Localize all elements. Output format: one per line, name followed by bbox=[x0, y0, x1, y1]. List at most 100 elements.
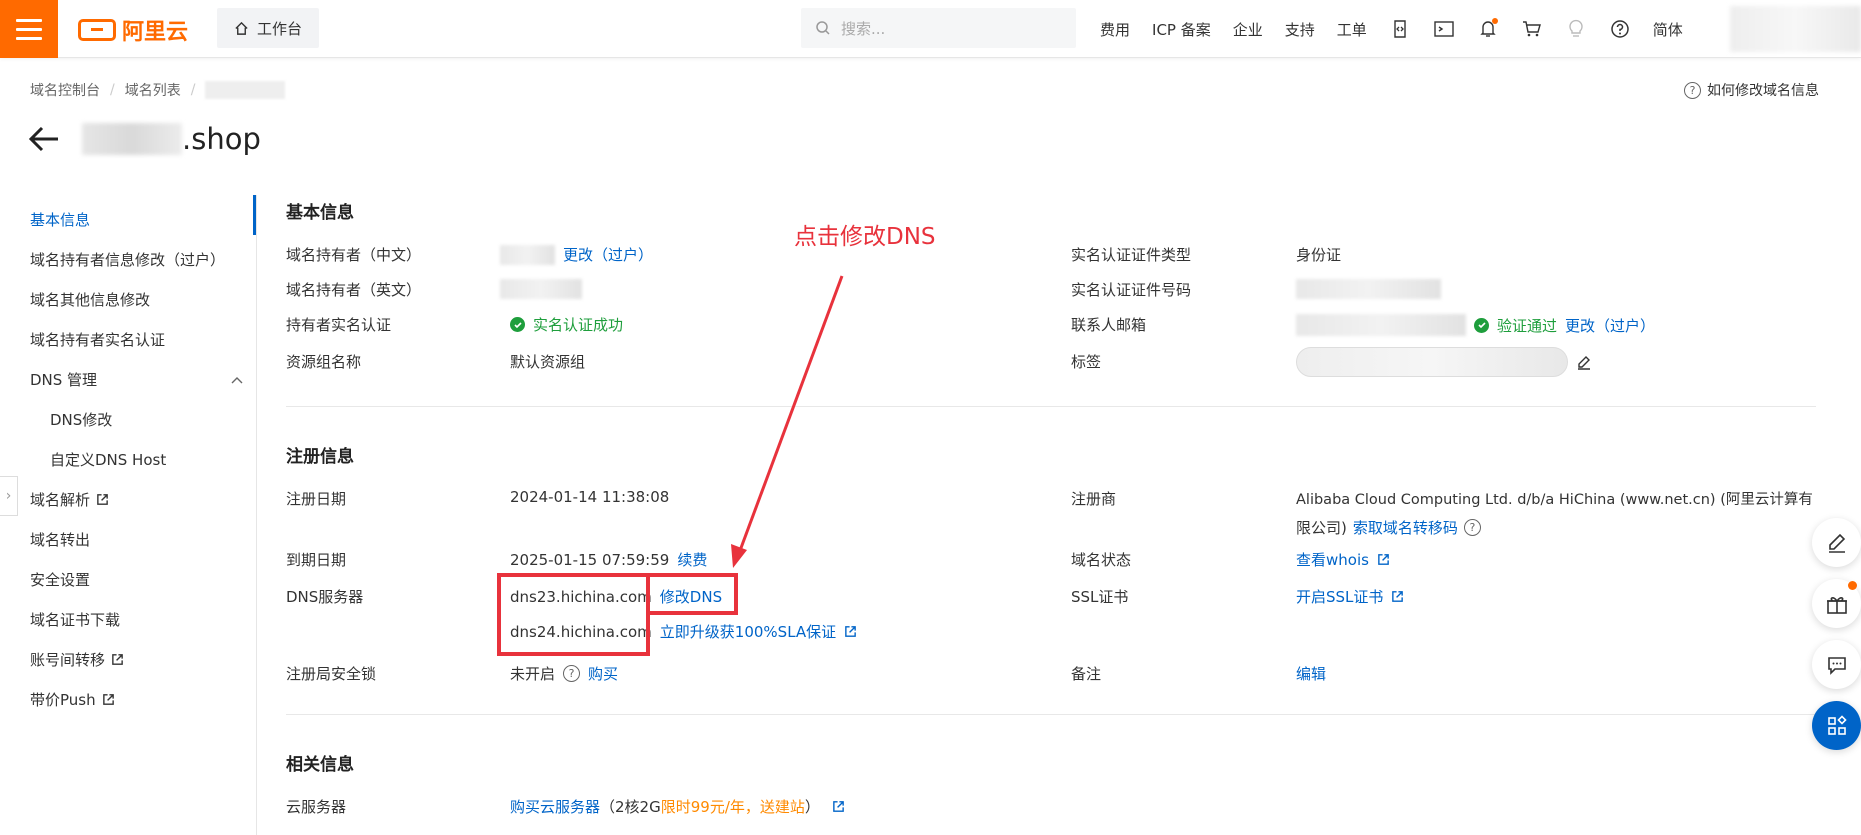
sidebar-item-label: 域名证书下载 bbox=[30, 611, 121, 629]
nav-enterprise[interactable]: 企业 bbox=[1233, 19, 1263, 40]
help-link[interactable]: ? 如何修改域名信息 bbox=[1684, 80, 1819, 100]
buy-lock-link[interactable]: 购买 bbox=[588, 663, 618, 684]
realname-status: 实名认证成功 bbox=[533, 316, 624, 334]
sidebar-item-label: DNS 管理 bbox=[30, 371, 98, 389]
server-spec-suffix: ） bbox=[804, 798, 820, 816]
back-arrow-icon[interactable] bbox=[28, 125, 60, 153]
dns-servers-highlight bbox=[497, 573, 650, 656]
whois-link[interactable]: 查看whois bbox=[1296, 549, 1369, 570]
reg-date-value: 2024-01-14 11:38:08 bbox=[510, 488, 670, 506]
feedback-button[interactable] bbox=[1812, 518, 1861, 567]
account-avatar[interactable] bbox=[1730, 6, 1861, 52]
owner-cn-redacted bbox=[500, 244, 555, 265]
workbench-button[interactable]: 工作台 bbox=[217, 8, 319, 48]
apps-button[interactable] bbox=[1812, 701, 1861, 750]
modify-dns-highlight bbox=[646, 573, 738, 615]
owner-cn-label: 域名持有者（中文） bbox=[286, 246, 422, 264]
chat-button[interactable] bbox=[1812, 640, 1861, 689]
gift-badge bbox=[1848, 581, 1857, 590]
notification-dot bbox=[1491, 18, 1498, 24]
sidebar-collapse-button[interactable]: › bbox=[0, 476, 18, 516]
transfer-code-link[interactable]: 索取域名转移码 bbox=[1353, 517, 1458, 538]
upgrade-sla-link[interactable]: 立即升级获100%SLA保证 bbox=[660, 621, 836, 642]
gift-button[interactable] bbox=[1812, 579, 1861, 628]
sidebar-item-basic-info[interactable]: 基本信息 bbox=[30, 209, 90, 230]
section-divider bbox=[286, 714, 1816, 715]
chevron-up-icon bbox=[231, 376, 243, 383]
check-circle-icon bbox=[510, 317, 525, 332]
breadcrumb-domain-list[interactable]: 域名列表 bbox=[125, 80, 181, 100]
edit-pencil-icon[interactable] bbox=[1576, 354, 1592, 370]
annotation-text: 点击修改DNS bbox=[794, 224, 936, 250]
sidebar-item-owner-change[interactable]: 域名持有者信息修改（过户） bbox=[30, 249, 225, 270]
exp-date-value: 2025-01-15 07:59:59 续费 bbox=[510, 549, 707, 570]
language-switch[interactable]: 简体 bbox=[1653, 19, 1683, 40]
annotation-arrow bbox=[731, 275, 844, 568]
active-indicator bbox=[253, 195, 256, 235]
reg-date-label: 注册日期 bbox=[286, 490, 347, 508]
renew-link[interactable]: 续费 bbox=[677, 549, 707, 570]
realname-value: 实名认证成功 bbox=[510, 314, 623, 335]
sidebar-item-security[interactable]: 安全设置 bbox=[30, 569, 90, 590]
domain-status-label: 域名状态 bbox=[1071, 551, 1132, 569]
sidebar-item-dns-modify[interactable]: DNS修改 bbox=[50, 409, 112, 430]
tag-value bbox=[1296, 347, 1592, 377]
domain-status-value: 查看whois bbox=[1296, 549, 1390, 570]
bell-icon[interactable] bbox=[1477, 18, 1499, 40]
email-redacted bbox=[1296, 314, 1466, 336]
aliyun-logo[interactable]: 阿里云 bbox=[78, 14, 188, 46]
sidebar-item-realname[interactable]: 域名持有者实名认证 bbox=[30, 329, 165, 350]
exp-date-label: 到期日期 bbox=[286, 551, 347, 569]
sidebar-item-dns-resolve[interactable]: 域名解析 bbox=[30, 489, 109, 510]
code-icon[interactable] bbox=[1389, 18, 1411, 40]
sidebar-item-price-push[interactable]: 带价Push bbox=[30, 689, 115, 710]
nav-fees[interactable]: 费用 bbox=[1100, 19, 1130, 40]
terminal-icon[interactable] bbox=[1433, 18, 1455, 40]
brand-name: 阿里云 bbox=[122, 20, 189, 45]
search-input[interactable]: 搜索... bbox=[801, 8, 1076, 48]
cert-type-value: 身份证 bbox=[1296, 246, 1342, 264]
email-status: 验证通过 bbox=[1497, 316, 1558, 335]
sidebar-item-account-transfer[interactable]: 账号间转移 bbox=[30, 649, 124, 670]
note-label: 备注 bbox=[1071, 665, 1102, 683]
tag-label: 标签 bbox=[1071, 353, 1102, 371]
breadcrumb-separator: / bbox=[190, 82, 196, 98]
check-circle-icon bbox=[1474, 317, 1489, 333]
help-link-label: 如何修改域名信息 bbox=[1707, 83, 1819, 99]
sidebar-item-label: 域名持有者信息修改（过户） bbox=[30, 251, 226, 269]
question-icon[interactable]: ? bbox=[1463, 519, 1481, 536]
gift-icon bbox=[1826, 596, 1847, 614]
open-ssl-link[interactable]: 开启SSL证书 bbox=[1296, 586, 1383, 607]
help-icon[interactable] bbox=[1609, 18, 1631, 40]
page-title: .shop bbox=[182, 122, 261, 156]
section-title-basic: 基本信息 bbox=[286, 203, 354, 223]
question-icon[interactable]: ? bbox=[563, 665, 581, 682]
owner-en-redacted bbox=[500, 279, 582, 299]
buy-server-link[interactable]: 购买云服务器 bbox=[510, 796, 600, 817]
email-change-link[interactable]: 更改（过户） bbox=[1565, 315, 1655, 336]
sidebar-item-label: 域名解析 bbox=[30, 491, 91, 509]
sidebar-item-other-info[interactable]: 域名其他信息修改 bbox=[30, 289, 150, 310]
owner-cn-change-link[interactable]: 更改（过户） bbox=[563, 244, 653, 265]
breadcrumb-domain-console[interactable]: 域名控制台 bbox=[30, 80, 100, 100]
sidebar-item-transfer-out[interactable]: 域名转出 bbox=[30, 529, 90, 550]
owner-en-label: 域名持有者（英文） bbox=[286, 281, 422, 299]
breadcrumb-separator: / bbox=[110, 82, 115, 98]
lightbulb-icon[interactable] bbox=[1565, 18, 1587, 40]
cloud-server-value: 购买云服务器 （2核2G 限时99元/年，送建站 ） bbox=[510, 796, 845, 817]
nav-ticket[interactable]: 工单 bbox=[1337, 19, 1367, 40]
nav-icp[interactable]: ICP 备案 bbox=[1152, 19, 1211, 40]
sidebar-item-certificate[interactable]: 域名证书下载 bbox=[30, 609, 120, 630]
registrar-label: 注册商 bbox=[1071, 490, 1117, 508]
resource-group-label: 资源组名称 bbox=[286, 353, 362, 371]
nav-support[interactable]: 支持 bbox=[1285, 19, 1315, 40]
menu-icon[interactable] bbox=[0, 0, 58, 58]
email-label: 联系人邮箱 bbox=[1071, 316, 1147, 334]
resource-group-value: 默认资源组 bbox=[510, 353, 586, 371]
cart-icon[interactable] bbox=[1521, 18, 1543, 40]
sidebar-item-label: 自定义DNS Host bbox=[50, 451, 167, 469]
sidebar-item-custom-dns-host[interactable]: 自定义DNS Host bbox=[50, 449, 166, 470]
sidebar-item-dns-management[interactable]: DNS 管理 bbox=[30, 369, 243, 390]
edit-note-link[interactable]: 编辑 bbox=[1296, 663, 1326, 684]
sidebar-item-label: 带价Push bbox=[30, 691, 96, 709]
